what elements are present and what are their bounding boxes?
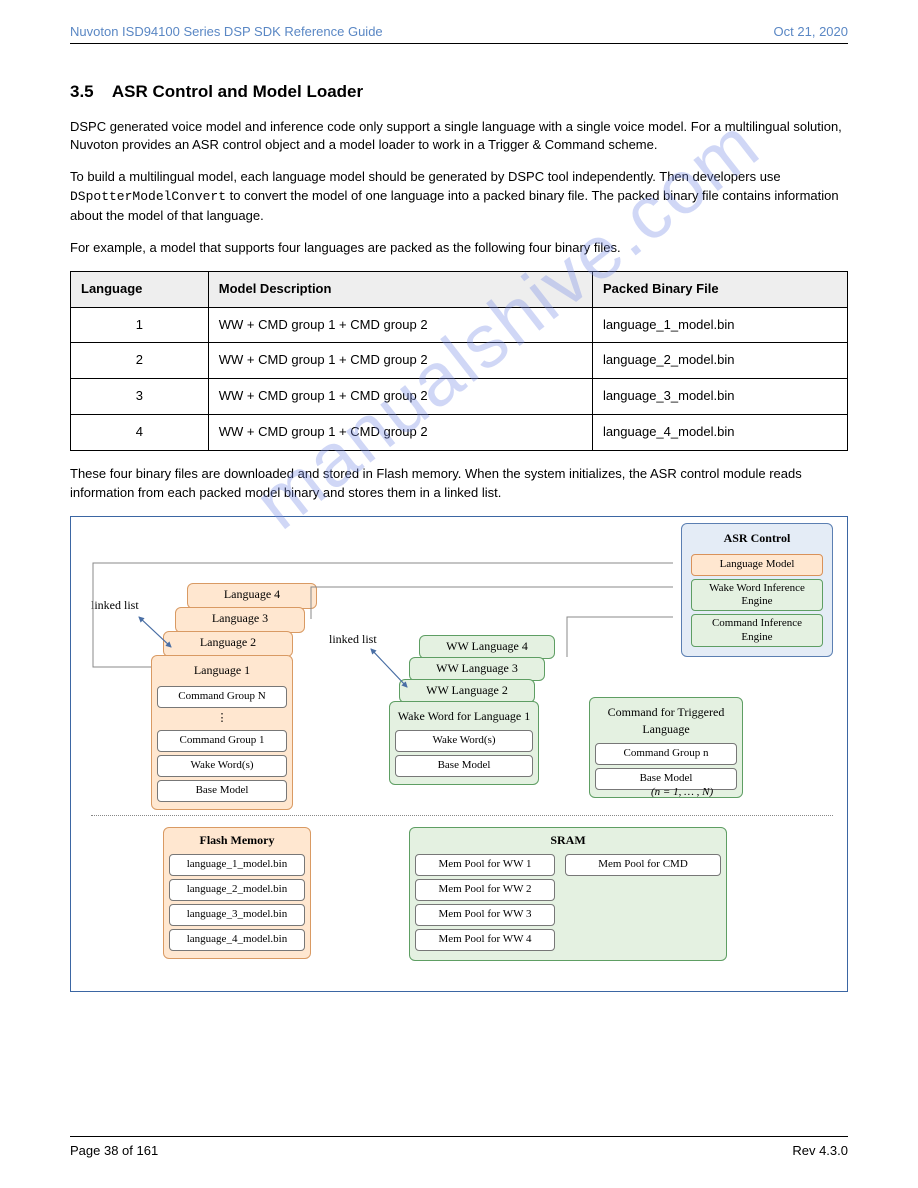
p2-code: DSpotterModelConvert: [70, 189, 226, 204]
asr-item-ww-engine: Wake Word Inference Engine: [691, 579, 823, 611]
sram-item: Mem Pool for WW 3: [415, 904, 555, 926]
td-desc: WW + CMD group 1 + CMD group 2: [208, 343, 592, 379]
section-number: 3.5: [70, 82, 94, 101]
table-row: 1 WW + CMD group 1 + CMD group 2 languag…: [71, 307, 848, 343]
flash-item: language_4_model.bin: [169, 929, 305, 951]
th-desc: Model Description: [208, 271, 592, 307]
td-desc: WW + CMD group 1 + CMD group 2: [208, 307, 592, 343]
asr-title: ASR Control: [686, 530, 828, 551]
architecture-figure: linked list Language 4 Language 3 Langua…: [70, 516, 848, 992]
cmd-note: (n = 1, … , N): [651, 785, 713, 801]
flash-item: language_3_model.bin: [169, 904, 305, 926]
ww-card-2: WW Language 2: [399, 679, 535, 703]
td-lang: 3: [71, 379, 209, 415]
table-row: 2 WW + CMD group 1 + CMD group 2 languag…: [71, 343, 848, 379]
header-date: Oct 21, 2020: [774, 24, 848, 39]
td-desc: WW + CMD group 1 + CMD group 2: [208, 379, 592, 415]
cmd-item: Command Group n: [595, 743, 737, 765]
cmd-card: Command for Triggered Language Command G…: [589, 697, 743, 799]
td-file: language_4_model.bin: [592, 415, 847, 451]
lang1-item-dots: ⋮: [152, 711, 292, 727]
ww-card-1-title: Wake Word for Language 1: [390, 706, 538, 727]
label-linked-list-1: linked list: [91, 597, 139, 614]
sram-item: Mem Pool for WW 2: [415, 879, 555, 901]
asr-item-language-model: Language Model: [691, 554, 823, 576]
footer-rev: Rev 4.3.0: [792, 1143, 848, 1158]
ww-card-1: Wake Word for Language 1 Wake Word(s) Ba…: [389, 701, 539, 785]
th-lang: Language: [71, 271, 209, 307]
lang1-item: Wake Word(s): [157, 755, 287, 777]
table-row: 3 WW + CMD group 1 + CMD group 2 languag…: [71, 379, 848, 415]
asr-control-box: ASR Control Language Model Wake Word Inf…: [681, 523, 833, 657]
flash-memory-box: Flash Memory language_1_model.bin langua…: [163, 827, 311, 959]
ww-card-4: WW Language 4: [419, 635, 555, 659]
flash-item: language_1_model.bin: [169, 854, 305, 876]
ww-item: Base Model: [395, 755, 533, 777]
td-lang: 1: [71, 307, 209, 343]
section-paragraph-2: To build a multilingual model, each lang…: [70, 168, 848, 226]
page-content: 3.5 ASR Control and Model Loader DSPC ge…: [0, 54, 918, 992]
sram-item-cmd: Mem Pool for CMD: [565, 854, 721, 876]
lang-card-1-title: Language 1: [152, 660, 292, 683]
model-table: Language Model Description Packed Binary…: [70, 271, 848, 451]
section-heading: 3.5 ASR Control and Model Loader: [70, 80, 848, 105]
sram-item: Mem Pool for WW 1: [415, 854, 555, 876]
sram-item: Mem Pool for WW 4: [415, 929, 555, 951]
td-desc: WW + CMD group 1 + CMD group 2: [208, 415, 592, 451]
flash-item: language_2_model.bin: [169, 879, 305, 901]
header-doc-title: Nuvoton ISD94100 Series DSP SDK Referenc…: [70, 24, 383, 39]
td-file: language_3_model.bin: [592, 379, 847, 415]
lang1-item: Command Group N: [157, 686, 287, 708]
label-linked-list-2: linked list: [329, 631, 377, 648]
ww-card-3: WW Language 3: [409, 657, 545, 681]
lang1-item: Base Model: [157, 780, 287, 802]
td-file: language_1_model.bin: [592, 307, 847, 343]
sram-box: SRAM Mem Pool for WW 1 Mem Pool for WW 2…: [409, 827, 727, 961]
footer-page: Page 38 of 161: [70, 1143, 158, 1158]
table-row: 4 WW + CMD group 1 + CMD group 2 languag…: [71, 415, 848, 451]
td-lang: 2: [71, 343, 209, 379]
sram-title: SRAM: [410, 832, 726, 851]
cmd-card-title: Command for Triggered Language: [590, 702, 742, 741]
section-paragraph-3: For example, a model that supports four …: [70, 239, 848, 258]
td-lang: 4: [71, 415, 209, 451]
ww-item: Wake Word(s): [395, 730, 533, 752]
page-footer: Page 38 of 161 Rev 4.3.0: [70, 1132, 848, 1158]
td-file: language_2_model.bin: [592, 343, 847, 379]
page-header: Nuvoton ISD94100 Series DSP SDK Referenc…: [0, 0, 918, 54]
lang-card-3: Language 3: [175, 607, 305, 633]
section-paragraph-1: DSPC generated voice model and inference…: [70, 118, 848, 156]
post-table-paragraph: These four binary files are downloaded a…: [70, 465, 848, 503]
th-file: Packed Binary File: [592, 271, 847, 307]
lang-card-4: Language 4: [187, 583, 317, 609]
lang-card-1: Language 1 Command Group N ⋮ Command Gro…: [151, 655, 293, 810]
lang-card-2: Language 2: [163, 631, 293, 657]
figure-separator: [91, 815, 833, 817]
section-title: ASR Control and Model Loader: [112, 82, 363, 101]
p2-a: To build a multilingual model, each lang…: [70, 169, 781, 184]
lang1-item: Command Group 1: [157, 730, 287, 752]
asr-item-cmd-engine: Command Inference Engine: [691, 614, 823, 646]
flash-title: Flash Memory: [164, 832, 310, 851]
